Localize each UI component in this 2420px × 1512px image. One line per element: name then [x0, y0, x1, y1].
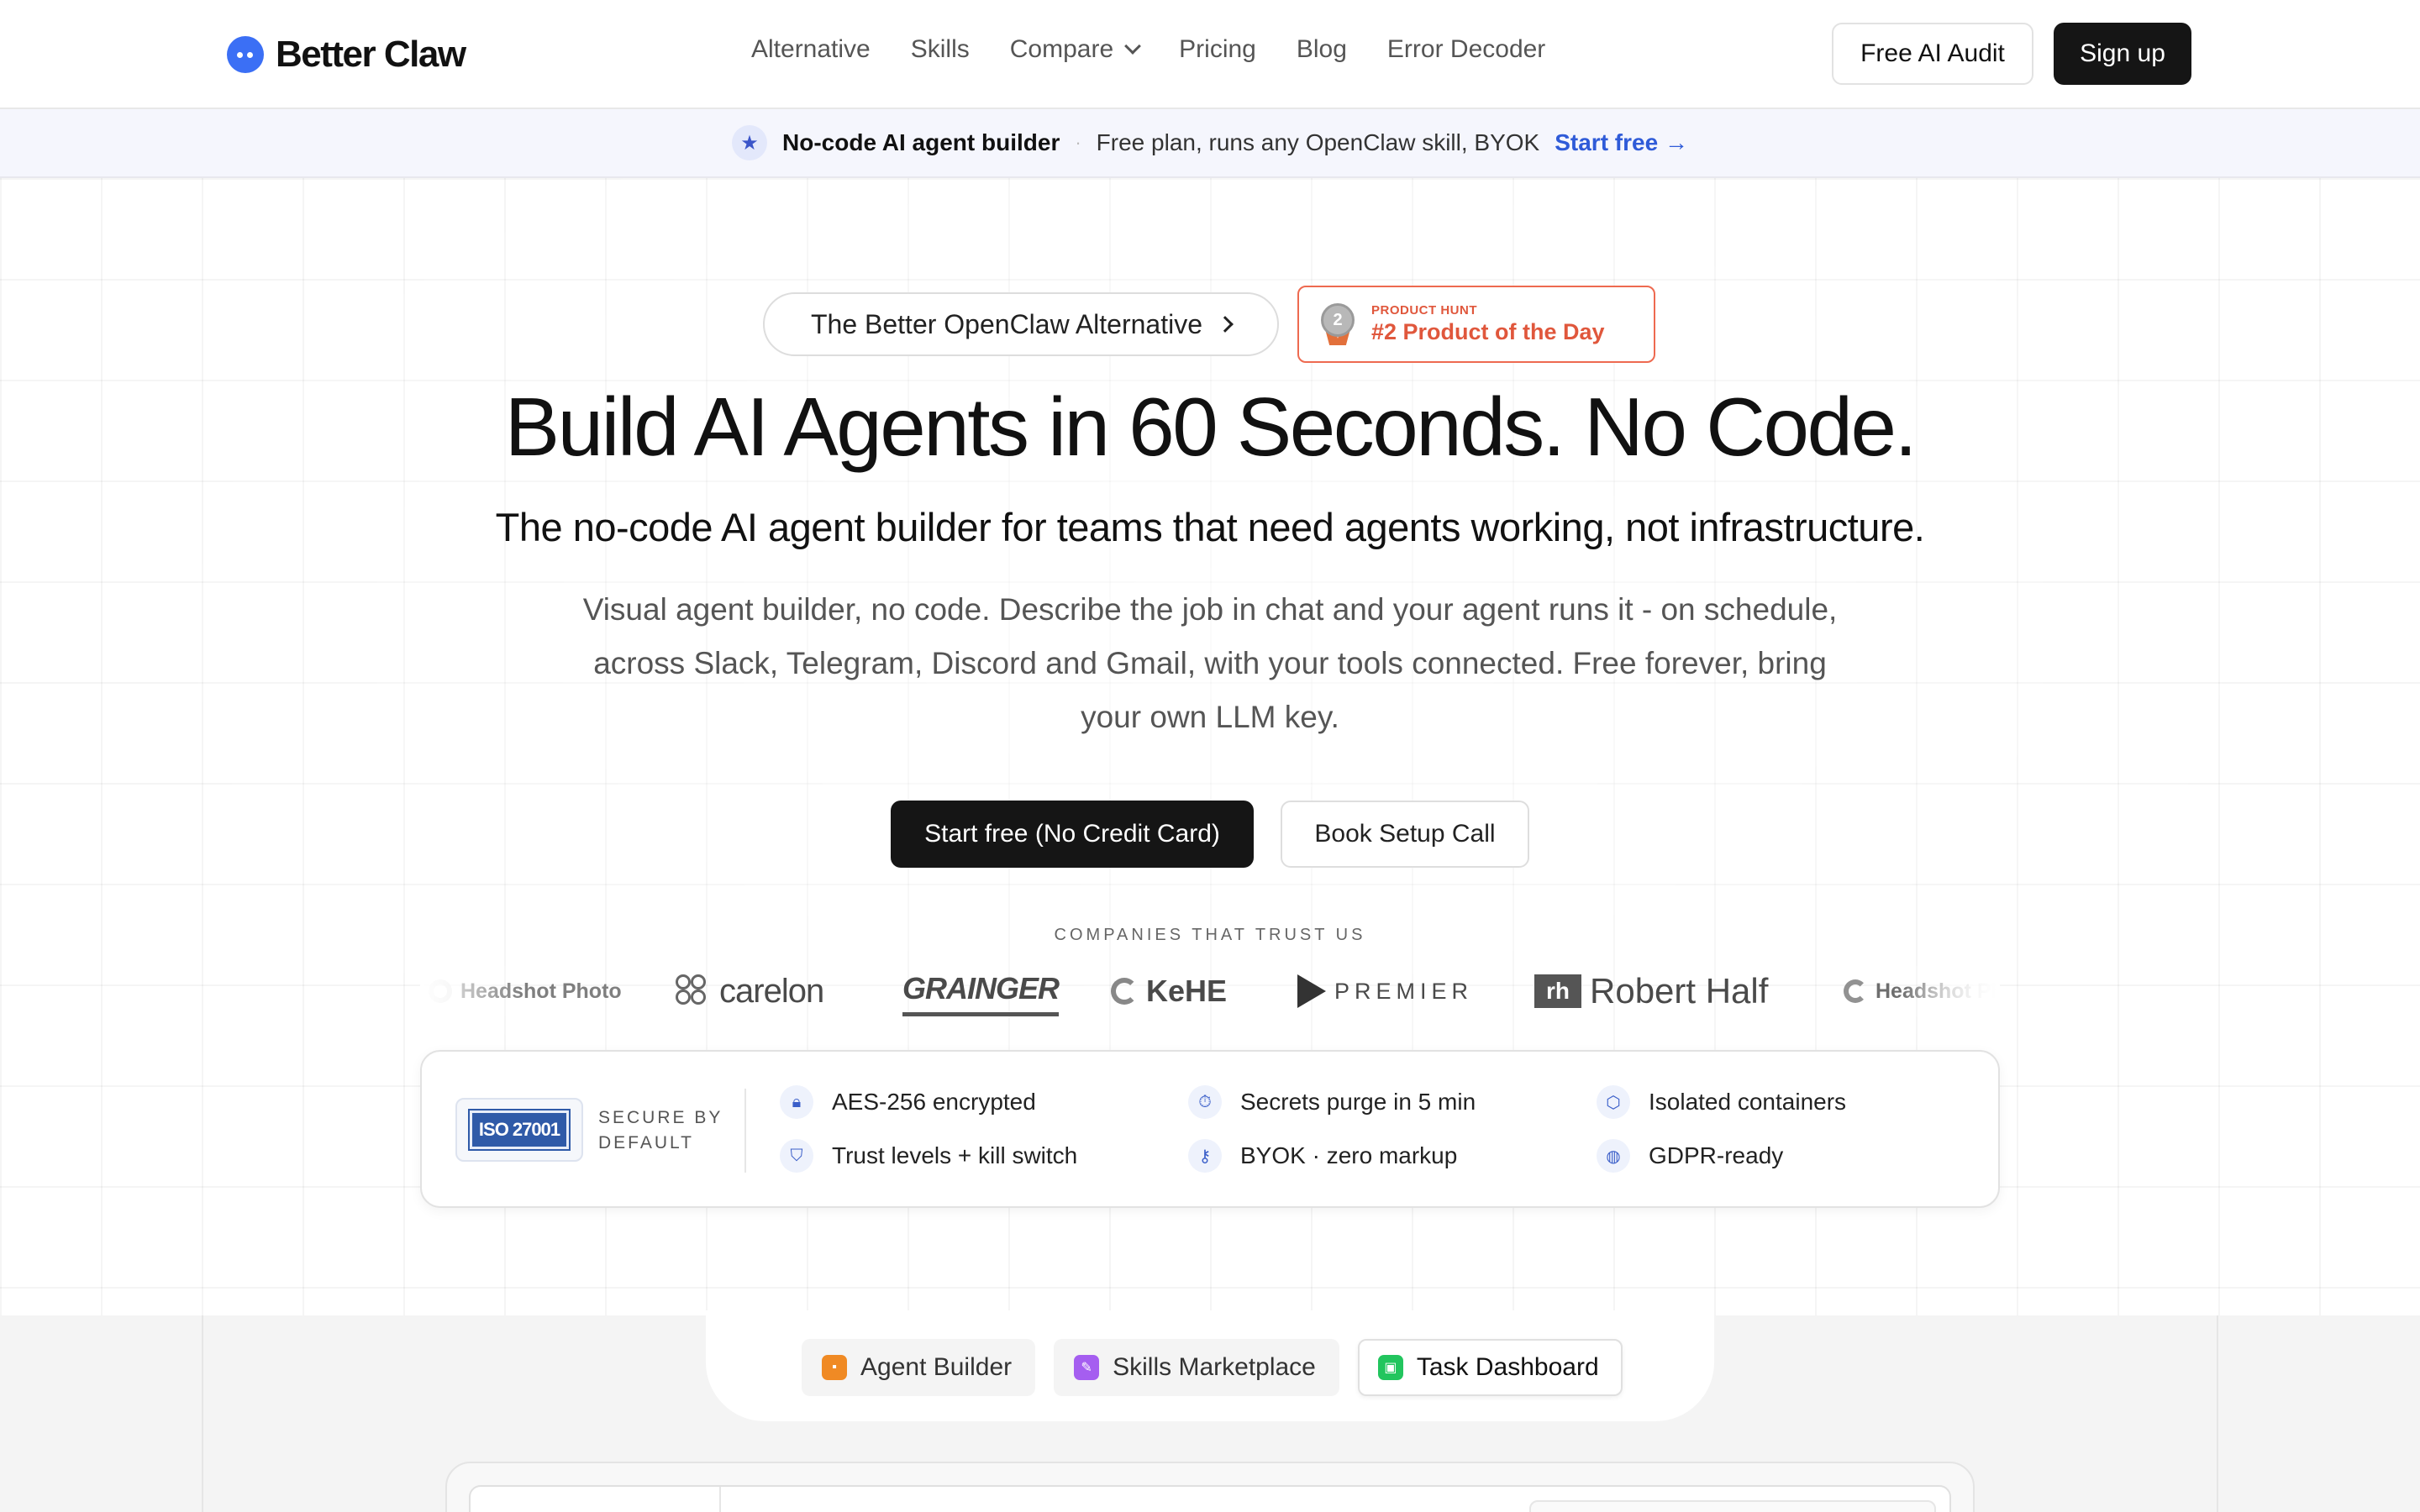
sign-up-button[interactable]: Sign up: [2054, 23, 2191, 85]
tab-task-dashboard-label: Task Dashboard: [1416, 1353, 1599, 1381]
star-icon: ★: [732, 125, 768, 160]
openclaw-alternative-pill[interactable]: The Better OpenClaw Alternative: [763, 292, 1279, 356]
feature-byok: ⚷ BYOK · zero markup: [1188, 1139, 1457, 1173]
lock-icon: 🔒︎: [780, 1085, 813, 1119]
tab-task-dashboard[interactable]: ▣ Task Dashboard: [1357, 1339, 1623, 1396]
announcement-start-free-link[interactable]: Start free →: [1555, 129, 1688, 156]
nav-skills[interactable]: Skills: [911, 35, 970, 64]
robert-half-logo-icon: rh: [1534, 974, 1581, 1008]
nav-blog[interactable]: Blog: [1297, 35, 1347, 64]
medal-rank: 2: [1321, 303, 1355, 337]
headshot-logo-icon: [429, 979, 452, 1003]
feature-byok-label: BYOK · zero markup: [1240, 1142, 1458, 1168]
logo-headshot-text: Headshot Photo: [460, 979, 622, 1003]
logo-grainger: GRAINGER: [902, 966, 1060, 1016]
iso-27001-logo: ISO 27001: [468, 1109, 571, 1151]
nav-compare[interactable]: Compare: [1009, 35, 1142, 64]
pill-label: The Better OpenClaw Alternative: [810, 308, 1202, 339]
logo-robert-half: rh Robert Half: [1534, 966, 1768, 1016]
grid-line-left: [202, 1315, 203, 1512]
announcement-title: No-code AI agent builder: [782, 129, 1060, 155]
start-free-button[interactable]: Start free (No Credit Card): [891, 801, 1254, 868]
tab-agent-builder-label: Agent Builder: [860, 1353, 1013, 1381]
feature-containers-label: Isolated containers: [1649, 1089, 1847, 1115]
feature-trust-label: Trust levels + kill switch: [832, 1142, 1078, 1168]
logo-headshot-repeat-text: Headshot Ph: [1876, 979, 2000, 1003]
grid-line-right: [2217, 1315, 2218, 1512]
key-icon: ⚷: [1188, 1139, 1222, 1173]
secure-label-line2: DEFAULT: [598, 1133, 694, 1152]
announcement-separator: ·: [1075, 132, 1081, 153]
announcement-text: Free plan, runs any OpenClaw skill, BYOK: [1096, 129, 1540, 155]
feature-secrets-label: Secrets purge in 5 min: [1240, 1089, 1476, 1115]
tab-skills-marketplace[interactable]: ✎ Skills Marketplace: [1054, 1339, 1339, 1396]
nav-alternative[interactable]: Alternative: [751, 35, 871, 64]
site-header: Better Claw Alternative Skills Compare P…: [0, 0, 2420, 109]
wrench-icon: ✎: [1074, 1355, 1100, 1380]
security-card: ISO 27001 SECURE BY DEFAULT 🔒︎ AES-256 e…: [420, 1050, 2000, 1208]
nav-pricing[interactable]: Pricing: [1179, 35, 1256, 64]
hero-description: Visual agent builder, no code. Describe …: [582, 592, 1838, 734]
tab-agent-builder[interactable]: ▪ Agent Builder: [802, 1339, 1036, 1396]
shield-icon: ⛉: [780, 1139, 813, 1173]
chevron-right-icon: [1217, 316, 1234, 333]
claw-logo-icon: [227, 36, 264, 73]
nav-error-decoder[interactable]: Error Decoder: [1387, 35, 1545, 64]
companies-trust-label: COMPANIES THAT TRUST US: [1054, 926, 1366, 944]
headshot-logo-icon: [1844, 979, 1867, 1003]
feature-aes: 🔒︎ AES-256 encrypted: [780, 1085, 1036, 1119]
robot-icon: ▪: [822, 1355, 847, 1380]
premier-logo-icon: [1297, 974, 1326, 1008]
medal-icon: 2: [1321, 303, 1355, 345]
product-tabs: ▪ Agent Builder ✎ Skills Marketplace ▣ T…: [802, 1339, 1623, 1396]
free-ai-audit-button[interactable]: Free AI Audit: [1832, 23, 2033, 85]
logo-headshot-photo: Headshot Photo: [429, 966, 622, 1016]
secure-label-line1: SECURE BY: [598, 1108, 723, 1127]
security-divider: [744, 1089, 746, 1173]
brand-name: Better Claw: [276, 34, 466, 75]
carelon-logo-icon: [676, 974, 711, 1008]
hero-title: Build AI Agents in 60 Seconds. No Code.: [504, 381, 1918, 473]
dashboard-preview-sidebar-divider: [719, 1487, 721, 1512]
nav-compare-label: Compare: [1009, 35, 1114, 63]
announcement-bar: ★ No-code AI agent builder · Free plan, …: [0, 109, 2420, 178]
feature-gdpr-label: GDPR-ready: [1649, 1142, 1784, 1168]
product-hunt-label: PRODUCT HUNT: [1371, 303, 1477, 318]
logo-premier-text: PREMIER: [1334, 978, 1474, 1004]
product-hunt-badge[interactable]: 2 PRODUCT HUNT #2 Product of the Day: [1297, 286, 1655, 363]
feature-secrets-purge: ⏱︎ Secrets purge in 5 min: [1188, 1085, 1476, 1119]
dashboard-preview-panel: [1529, 1500, 1936, 1512]
logo-grainger-text: GRAINGER: [902, 970, 1060, 1005]
timer-icon: ⏱︎: [1188, 1085, 1222, 1119]
clipboard-icon: ▣: [1377, 1355, 1403, 1380]
chevron-down-icon: [1124, 38, 1142, 55]
kehe-logo-icon: [1111, 978, 1138, 1005]
logo-carelon: carelon: [676, 966, 824, 1016]
tab-skills-marketplace-label: Skills Marketplace: [1113, 1353, 1316, 1381]
feature-isolated-containers: ⬡ Isolated containers: [1597, 1085, 1846, 1119]
container-icon: ⬡: [1597, 1085, 1630, 1119]
company-logos-marquee: Headshot Photo carelon GRAINGER KeHE PRE…: [420, 966, 2000, 1016]
product-hunt-rank-text: #2 Product of the Day: [1371, 319, 1605, 344]
main-nav: Alternative Skills Compare Pricing Blog …: [751, 35, 1545, 64]
logo-kehe: KeHE: [1111, 966, 1227, 1016]
iso-badge: ISO 27001: [455, 1098, 583, 1162]
feature-trust-levels: ⛉ Trust levels + kill switch: [780, 1139, 1077, 1173]
logo-headshot-photo-repeat: Headshot Ph: [1844, 966, 2000, 1016]
logo-premier: PREMIER: [1297, 966, 1473, 1016]
logo-robert-half-text: Robert Half: [1590, 971, 1769, 1011]
logo-carelon-text: carelon: [719, 972, 824, 1010]
feature-aes-label: AES-256 encrypted: [832, 1089, 1036, 1115]
logo-kehe-text: KeHE: [1146, 974, 1228, 1008]
secure-by-default-label: SECURE BY DEFAULT: [598, 1105, 723, 1156]
hero-subtitle: The no-code AI agent builder for teams t…: [495, 505, 1925, 549]
feature-gdpr: ◍ GDPR-ready: [1597, 1139, 1783, 1173]
book-setup-call-button[interactable]: Book Setup Call: [1281, 801, 1529, 868]
globe-icon: ◍: [1597, 1139, 1630, 1173]
brand-logo[interactable]: Better Claw: [227, 32, 466, 77]
